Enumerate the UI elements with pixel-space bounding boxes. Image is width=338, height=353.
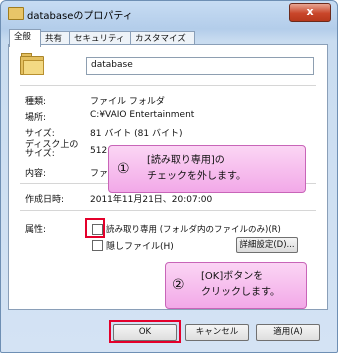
step-2-line1: [OK]ボタンを (201, 271, 264, 282)
folder-icon (8, 7, 24, 20)
location-label: 場所: (25, 113, 47, 123)
hidden-label[interactable]: 隠しファイル(H) (106, 239, 174, 252)
window-title: databaseのプロパティ (27, 11, 133, 22)
ok-highlight (109, 320, 181, 343)
callout-step-1: ① [読み取り専用]の チェックを外します。 (108, 145, 306, 193)
title-bar[interactable]: databaseのプロパティ x (1, 1, 337, 27)
step-1-line1: [読み取り専用]の (147, 155, 225, 166)
divider (20, 85, 316, 86)
step-1-number: ① (117, 161, 130, 177)
folder-name-input[interactable]: database (86, 57, 314, 75)
contents-label: 内容: (25, 169, 47, 179)
tab-general[interactable]: 全般 (9, 29, 41, 47)
disk-size-label: ディスク上のサイズ: (25, 140, 79, 159)
readonly-label[interactable]: 読み取り専用 (フォルダ内のファイルのみ)(R) (106, 223, 281, 235)
type-label: 種類: (25, 97, 47, 107)
divider (20, 210, 316, 211)
folder-name-value: database (91, 60, 133, 70)
cancel-button[interactable]: キャンセル (185, 324, 249, 341)
step-2-line2: クリックします。 (201, 287, 280, 298)
size-label: サイズ: (25, 129, 55, 139)
readonly-highlight (85, 218, 105, 238)
created-value: 2011年11月21日、20:07:00 (90, 195, 213, 205)
close-button[interactable]: x (289, 3, 331, 22)
size-value: 81 バイト (81 バイト) (90, 129, 183, 139)
hidden-checkbox[interactable] (92, 240, 103, 251)
apply-button[interactable]: 適用(A) (256, 324, 320, 341)
folder-large-icon (20, 53, 44, 75)
type-value: ファイル フォルダ (90, 97, 165, 107)
step-2-number: ② (172, 277, 185, 293)
created-label: 作成日時: (25, 195, 65, 205)
advanced-button[interactable]: 詳細設定(D)... (236, 237, 298, 253)
step-1-line2: チェックを外します。 (147, 171, 246, 182)
callout-step-2: ② [OK]ボタンを クリックします。 (165, 262, 307, 309)
location-value: C:¥VAIO Entertainment (90, 110, 195, 120)
attributes-label: 属性: (25, 225, 47, 235)
